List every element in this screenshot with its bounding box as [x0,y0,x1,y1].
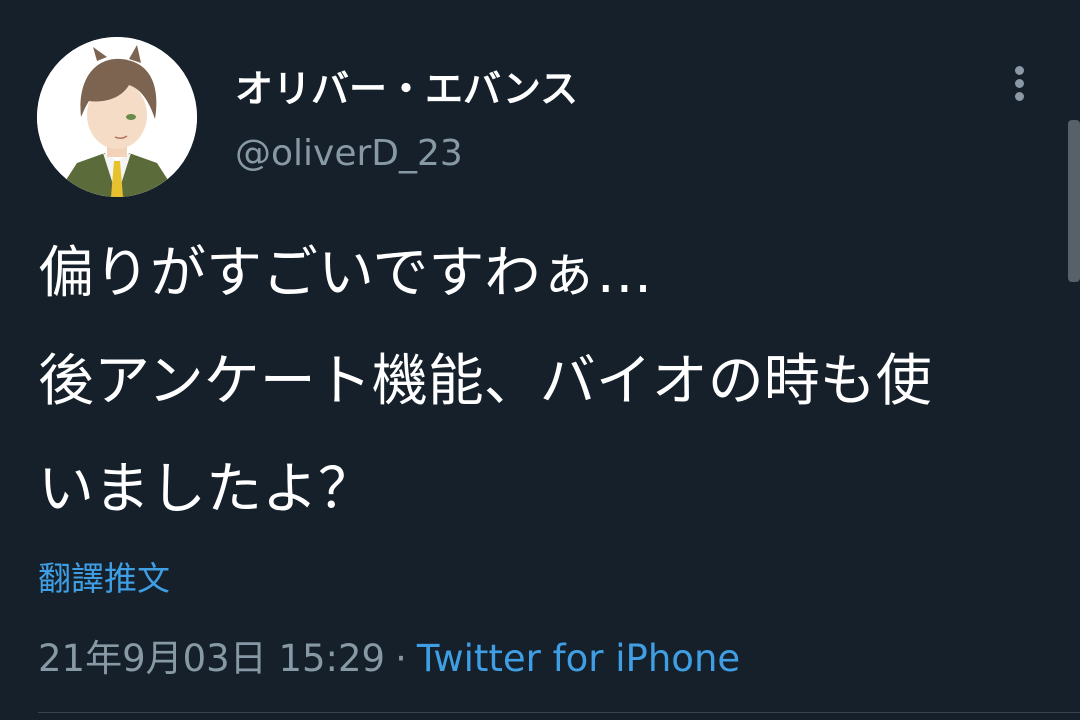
anime-character-avatar-icon [37,37,197,197]
display-name[interactable]: オリバー・エバンス [235,58,578,113]
avatar[interactable] [37,37,197,197]
more-vertical-icon[interactable] [1005,62,1035,106]
user-handle[interactable]: @oliverD_23 [235,133,463,174]
divider [38,712,1080,713]
translate-tweet-link[interactable]: 翻譯推文 [38,552,170,600]
tweet-line: いましたよ？ [38,457,374,522]
tweet-line: 偏りがすごいですわぁ… [38,241,653,306]
tweet-text: 偏りがすごいですわぁ… 後アンケート機能、バイオの時も使 いましたよ？ [38,230,1058,554]
tweet-detail-page: オリバー・エバンス @oliverD_23 偏りがすごいですわぁ… 後アンケート… [0,0,1080,720]
meta-separator: · [395,637,407,680]
tweet-timestamp[interactable]: 21年9月03日 15:29 [38,637,385,680]
tweet-line: 後アンケート機能、バイオの時も使 [38,349,932,414]
tweet-source-link[interactable]: Twitter for iPhone [417,637,740,680]
tweet-meta: 21年9月03日 15:29 · Twitter for iPhone [38,628,740,682]
scrollbar[interactable] [1068,120,1080,282]
